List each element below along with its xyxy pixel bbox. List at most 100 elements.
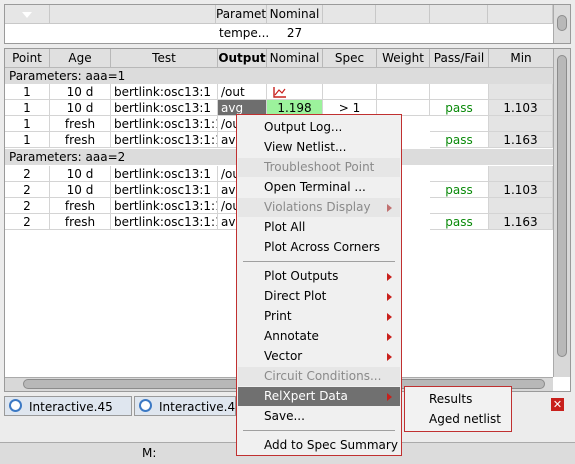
- cell-min: 1.103: [489, 182, 553, 198]
- parameter-name[interactable]: tempe...: [219, 24, 269, 42]
- menu-item-label: Troubleshoot Point: [264, 160, 375, 174]
- cell-test: bertlink:osc13:1:1: [111, 214, 218, 230]
- submenu-arrow-icon: [387, 393, 392, 401]
- menu-item-plot-outputs[interactable]: Plot Outputs: [238, 267, 400, 286]
- header-age[interactable]: Age: [50, 49, 111, 68]
- status-text: M:: [142, 446, 157, 460]
- scrollbar-thumb[interactable]: [557, 55, 567, 357]
- submenu-arrow-icon: [387, 353, 392, 361]
- header-min[interactable]: Min: [489, 49, 554, 68]
- cell-min: [489, 84, 553, 100]
- cell-min: [489, 198, 553, 214]
- menu-item-violations-display[interactable]: Violations Display: [238, 198, 400, 217]
- cell-weight: [377, 84, 430, 100]
- group-header: Parameters: aaa=1: [5, 68, 553, 84]
- plot-icon[interactable]: [273, 86, 287, 98]
- parameter-value[interactable]: 27: [267, 24, 322, 42]
- top-scrollbar[interactable]: [553, 5, 570, 43]
- cell-test: bertlink:osc13:1:1: [111, 116, 218, 132]
- header-spacer: [50, 5, 216, 24]
- cell-test: bertlink:osc13:1: [111, 166, 218, 182]
- cell-test: bertlink:osc13:1:1: [111, 132, 218, 148]
- tab-label: Interactive.45: [29, 400, 113, 414]
- menu-item-relxpert-data[interactable]: RelXpert Data: [238, 387, 400, 406]
- cell-point: 2: [5, 182, 50, 198]
- menu-item-label: Plot Outputs: [264, 269, 339, 283]
- submenu-item-results[interactable]: Results: [405, 389, 511, 409]
- cell-point: 1: [5, 132, 50, 148]
- header-empty: [376, 5, 430, 24]
- clock-icon: [139, 399, 152, 412]
- submenu-arrow-icon: [387, 333, 392, 341]
- header-parameter[interactable]: Parameter: [216, 5, 267, 24]
- cell-test: bertlink:osc13:1: [111, 182, 218, 198]
- tab-label: Interactive.4: [159, 400, 236, 414]
- relxpert-submenu: Results Aged netlist: [404, 386, 512, 432]
- menu-item-vector[interactable]: Vector: [238, 347, 400, 366]
- cell-age: fresh: [50, 198, 111, 214]
- cell-point: 1: [5, 100, 50, 116]
- cell-point: 1: [5, 116, 50, 132]
- cell-min: [489, 166, 553, 182]
- menu-item-circuit-conditions[interactable]: Circuit Conditions...: [238, 367, 400, 386]
- parameter-table: Parameter Nominal tempe... 27: [4, 4, 571, 44]
- menu-item-annotate[interactable]: Annotate: [238, 327, 400, 346]
- cell-pass-fail: pass: [430, 132, 489, 148]
- submenu-item-aged-netlist[interactable]: Aged netlist: [405, 409, 511, 429]
- menu-item-add-to-spec-summary[interactable]: Add to Spec Summary: [238, 436, 400, 455]
- column-toggle[interactable]: [5, 5, 50, 24]
- header-weight[interactable]: Weight: [377, 49, 430, 68]
- cell-test: bertlink:osc13:1:1: [111, 198, 218, 214]
- header-empty: [430, 5, 488, 24]
- menu-item-plot-across-corners[interactable]: Plot Across Corners: [238, 238, 400, 257]
- menu-item-output-log[interactable]: Output Log...: [238, 118, 400, 137]
- cell-point: 1: [5, 84, 50, 100]
- menu-item-label: Plot Across Corners: [264, 240, 380, 254]
- header-test[interactable]: Test: [111, 49, 218, 68]
- menu-separator: [243, 261, 395, 262]
- header-empty: [488, 5, 553, 24]
- menu-item-label: Open Terminal ...: [264, 180, 366, 194]
- cell-age: 10 d: [50, 100, 111, 116]
- cell-age: 10 d: [50, 166, 111, 182]
- chevron-down-icon: [22, 11, 32, 18]
- header-spec[interactable]: Spec: [323, 49, 377, 68]
- menu-item-direct-plot[interactable]: Direct Plot: [238, 287, 400, 306]
- vertical-scrollbar[interactable]: [553, 49, 570, 377]
- cell-min: 1.163: [489, 132, 553, 148]
- menu-item-save[interactable]: Save...: [238, 407, 400, 426]
- cell-pass-fail: [430, 84, 489, 100]
- tab-interactive-4[interactable]: Interactive.4: [134, 396, 236, 416]
- cell-nominal[interactable]: [267, 84, 323, 100]
- menu-item-label: Save...: [264, 409, 305, 423]
- cell-pass-fail: pass: [430, 214, 489, 230]
- cell-spec: [323, 84, 377, 100]
- cell-pass-fail: [430, 166, 489, 182]
- close-icon[interactable]: ✕: [551, 398, 564, 411]
- cell-min: [489, 116, 553, 132]
- menu-item-label: Violations Display: [264, 200, 371, 214]
- header-nominal[interactable]: Nominal: [267, 49, 323, 68]
- header-output[interactable]: Output: [218, 49, 267, 68]
- menu-item-print[interactable]: Print: [238, 307, 400, 326]
- menu-item-plot-all[interactable]: Plot All: [238, 218, 400, 237]
- cell-min: 1.103: [489, 100, 553, 116]
- menu-item-label: Add to Spec Summary: [264, 438, 398, 452]
- menu-item-label: Direct Plot: [264, 289, 327, 303]
- header-nominal[interactable]: Nominal: [267, 5, 323, 24]
- menu-item-view-netlist[interactable]: View Netlist...: [238, 138, 400, 157]
- cell-pass-fail: pass: [430, 100, 489, 116]
- cell-point: 2: [5, 166, 50, 182]
- cell-output: /out: [218, 84, 267, 100]
- header-pass-fail[interactable]: Pass/Fail: [430, 49, 489, 68]
- menu-item-label: Plot All: [264, 220, 306, 234]
- tab-interactive-45[interactable]: Interactive.45: [4, 396, 132, 416]
- menu-item-troubleshoot-point[interactable]: Troubleshoot Point: [238, 158, 400, 177]
- menu-item-label: Annotate: [264, 329, 319, 343]
- header-point[interactable]: Point: [5, 49, 50, 68]
- scrollbar-thumb[interactable]: [557, 15, 567, 31]
- menu-item-open-terminal[interactable]: Open Terminal ...: [238, 178, 400, 197]
- cell-age: 10 d: [50, 84, 111, 100]
- cell-test: bertlink:osc13:1: [111, 84, 218, 100]
- menu-item-label: RelXpert Data: [264, 389, 348, 403]
